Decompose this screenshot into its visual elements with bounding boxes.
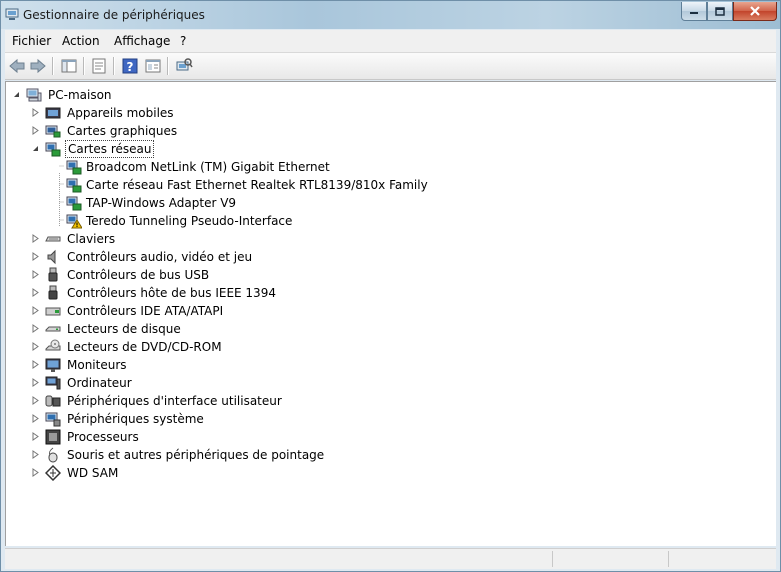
expand-arrow-icon[interactable]: [31, 450, 40, 459]
system-device-icon: [45, 412, 61, 427]
tree-category-label: Contrôleurs hôte de bus IEEE 1394: [67, 286, 276, 300]
device-manager-window: Gestionnaire de périphériques Fichier Ac…: [0, 0, 781, 572]
expand-arrow-icon[interactable]: [31, 288, 40, 297]
title-bar[interactable]: Gestionnaire de périphériques: [1, 1, 780, 29]
collapse-arrow-icon[interactable]: [12, 90, 21, 99]
tree-category-label: Ordinateur: [67, 376, 132, 390]
minimize-button[interactable]: [681, 2, 707, 21]
status-bar: [5, 548, 776, 569]
tree-category-label: Cartes réseau: [65, 140, 155, 158]
status-separator: [668, 551, 669, 567]
menu-fichier[interactable]: Fichier: [12, 34, 51, 48]
network-adapter-label: Teredo Tunneling Pseudo-Interface: [86, 214, 293, 228]
expand-arrow-icon[interactable]: [31, 468, 40, 477]
status-separator: [552, 551, 553, 567]
expand-arrow-icon[interactable]: [31, 324, 40, 333]
device-manager-app-icon: [5, 8, 19, 20]
network-adapter-icon: [66, 160, 82, 175]
network-adapter-icon: [66, 196, 82, 211]
menu-action[interactable]: Action: [62, 34, 100, 48]
maximize-icon: [715, 6, 725, 16]
expand-arrow-icon[interactable]: [31, 270, 40, 279]
ide-controller-icon: [45, 307, 61, 316]
back-icon[interactable]: [7, 56, 27, 76]
expand-arrow-icon[interactable]: [31, 126, 40, 135]
disk-drive-icon: [45, 326, 61, 332]
tree-category-label: Contrôleurs audio, vidéo et jeu: [67, 250, 253, 264]
keyboard-icon: [45, 236, 61, 242]
expand-arrow-icon[interactable]: [31, 108, 40, 117]
network-adapter-label: Broadcom NetLink (TM) Gigabit Ethernet: [86, 160, 330, 174]
expand-arrow-icon[interactable]: [31, 378, 40, 387]
menu-affichage[interactable]: Affichage: [114, 34, 170, 48]
expand-arrow-icon[interactable]: [31, 396, 40, 405]
firewire-icon: [48, 285, 58, 300]
minimize-icon: [690, 12, 698, 14]
tree-category-label: Souris et autres périphériques de pointa…: [67, 448, 325, 462]
mouse-icon: [48, 447, 58, 463]
expand-arrow-icon[interactable]: [31, 234, 40, 243]
expand-arrow-icon[interactable]: [31, 360, 40, 369]
tree-category-label: Contrôleurs de bus USB: [67, 268, 210, 282]
monitor-icon: [45, 358, 61, 372]
tree-category-label: Appareils mobiles: [67, 106, 174, 120]
properties-icon[interactable]: [89, 56, 109, 76]
expand-arrow-icon[interactable]: [31, 342, 40, 351]
console-view-icon[interactable]: [143, 56, 163, 76]
device-tree[interactable]: PC-maison Appareils mobiles Cartes graph…: [5, 81, 776, 546]
close-button[interactable]: [733, 2, 777, 21]
network-adapter-icon: [66, 178, 82, 193]
tree-category-label: Contrôleurs IDE ATA/ATAPI: [67, 304, 224, 318]
tree-category-label: Cartes graphiques: [67, 124, 178, 138]
processor-icon: [45, 429, 61, 445]
speaker-icon: [47, 249, 56, 265]
network-adapter-label: TAP-Windows Adapter V9: [86, 196, 237, 210]
help-icon[interactable]: ?: [120, 56, 140, 76]
menu-help[interactable]: ?: [180, 34, 186, 48]
scan-hardware-icon[interactable]: [174, 56, 194, 76]
tree-category-label: Périphériques d'interface utilisateur: [67, 394, 282, 408]
toolbar-separator: [52, 57, 54, 75]
window-title: Gestionnaire de périphériques: [23, 8, 205, 22]
display-adapter-icon: [45, 125, 61, 138]
expand-arrow-icon[interactable]: [31, 432, 40, 441]
svg-text:?: ?: [127, 60, 134, 74]
tree-category-label: Processeurs: [67, 430, 139, 444]
close-icon: [750, 6, 760, 16]
network-adapter-icon: [45, 142, 61, 157]
show-hide-tree-icon[interactable]: [59, 56, 79, 76]
tree-category-label: Périphériques système: [67, 412, 204, 426]
tree-category-label: WD SAM: [67, 466, 119, 480]
usb-icon: [48, 267, 58, 282]
expand-arrow-icon[interactable]: [31, 252, 40, 261]
expand-arrow-icon[interactable]: [31, 306, 40, 315]
collapse-arrow-icon[interactable]: [31, 144, 40, 153]
dvd-drive-icon: [45, 339, 61, 351]
tree-category-label: Lecteurs de disque: [67, 322, 181, 336]
toolbar: ?: [5, 53, 776, 80]
network-adapter-warning-icon: [66, 214, 82, 229]
toolbar-separator: [83, 57, 85, 75]
tree-category-label: Lecteurs de DVD/CD-ROM: [67, 340, 222, 354]
toolbar-separator: [167, 57, 169, 75]
network-adapter-label: Carte réseau Fast Ethernet Realtek RTL81…: [86, 178, 428, 192]
menu-bar: Fichier Action Affichage ?: [5, 30, 776, 53]
toolbar-separator: [113, 57, 115, 75]
tree-category-label: Claviers: [67, 232, 116, 246]
tree-category-label: Moniteurs: [67, 358, 127, 372]
wd-sam-icon: [45, 465, 61, 481]
computer-icon: [45, 376, 61, 390]
tree-root-label: PC-maison: [48, 88, 112, 102]
maximize-button[interactable]: [707, 2, 733, 21]
mobile-device-icon: [45, 107, 61, 119]
computer-icon: [26, 88, 42, 102]
expand-arrow-icon[interactable]: [31, 414, 40, 423]
forward-icon[interactable]: [28, 56, 48, 76]
hid-icon: [45, 395, 61, 407]
